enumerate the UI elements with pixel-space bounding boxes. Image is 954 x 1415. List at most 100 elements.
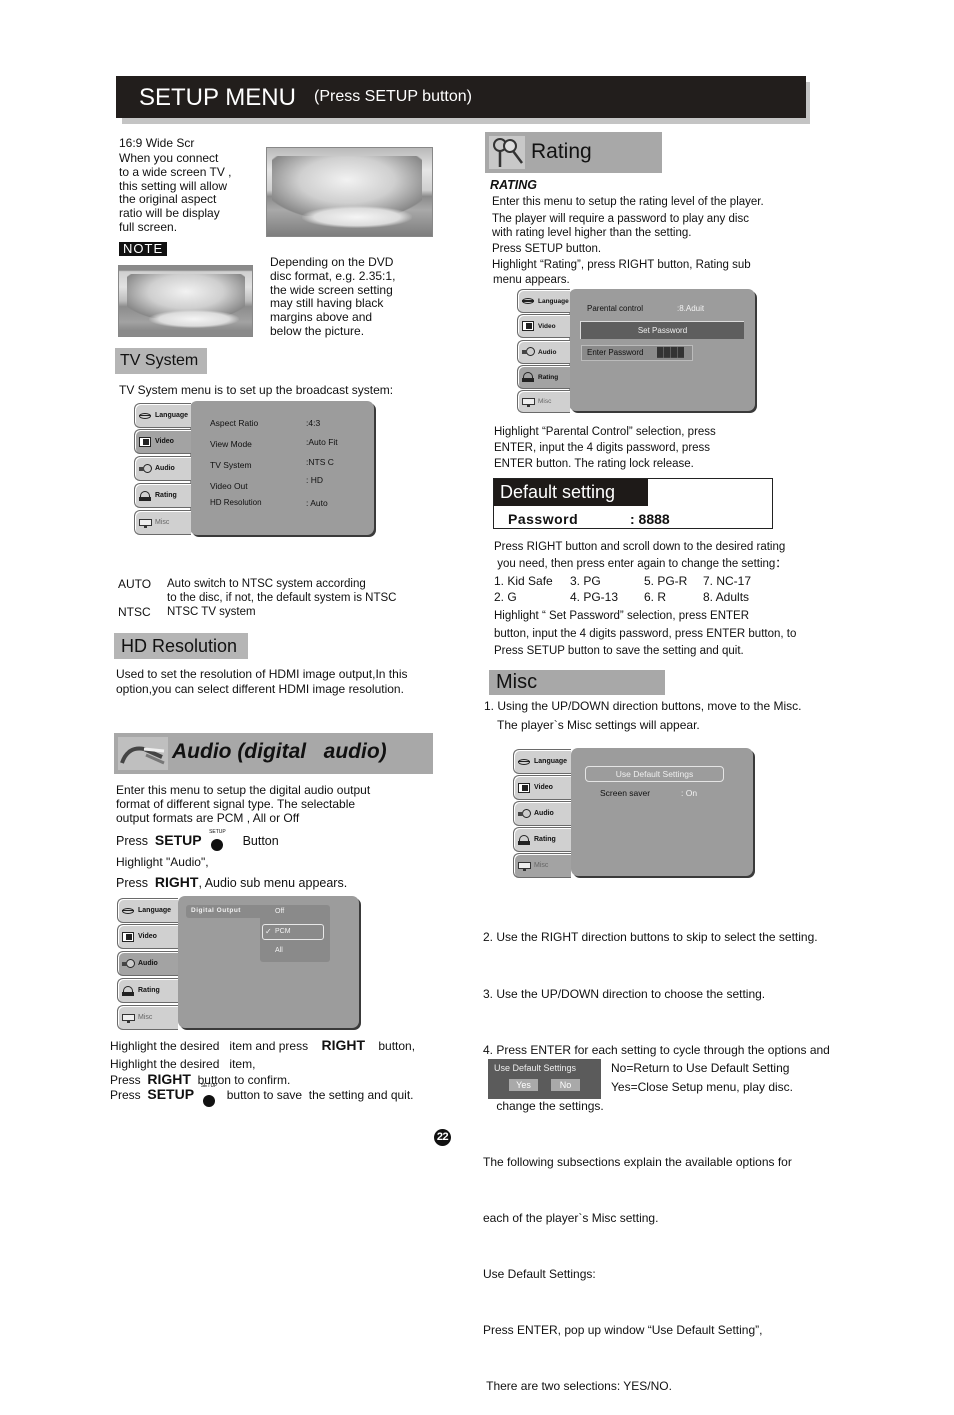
button-dot xyxy=(202,1094,215,1107)
osd-tab-language[interactable]: Language xyxy=(117,898,178,923)
wide-screen-title: 16:9 Wide Scr xyxy=(119,136,195,150)
rating-level: 5. PG-R xyxy=(644,574,688,588)
text: Button xyxy=(242,834,279,848)
osd-tab-rating[interactable]: Rating xyxy=(517,365,570,389)
osd-tab-video[interactable]: Video xyxy=(134,429,191,454)
osd-tab-rating[interactable]: Rating xyxy=(513,827,571,852)
rating-level: 7. NC-17 xyxy=(703,574,752,588)
text: Highlight the desired item and press xyxy=(110,1039,309,1053)
page-header: SETUP MENU (Press SETUP button) xyxy=(116,76,806,118)
setup-keyword: SETUP xyxy=(154,832,202,848)
menu-value-hd-resolution: : Auto xyxy=(306,498,328,508)
text-line: Highlight “ Set Password” selection, pre… xyxy=(494,610,750,622)
text: Press xyxy=(116,876,148,890)
text-line: Highlight “Parental Control” selection, … xyxy=(494,426,716,438)
option-all[interactable]: All xyxy=(275,947,283,954)
audio-after-line-1: Highlight the desired item and press RIG… xyxy=(110,1037,415,1053)
option-key-auto: AUTO xyxy=(118,577,152,591)
enter-password-field[interactable]: Enter Password ████ xyxy=(581,345,693,361)
text: , Audio sub menu appears. xyxy=(198,876,348,890)
tab-label: Language xyxy=(534,758,568,765)
right-keyword: RIGHT xyxy=(321,1037,366,1053)
osd-tab-rating[interactable]: Rating xyxy=(117,978,178,1003)
speaker-icon xyxy=(518,808,531,819)
tab-label: Audio xyxy=(534,810,554,817)
menu-label-video-out[interactable]: Video Out xyxy=(210,481,248,491)
rating-line-1: Enter this menu to setup the rating leve… xyxy=(492,196,764,208)
menu-value-tv-system: :NTS C xyxy=(306,457,334,467)
speaker-icon xyxy=(139,463,152,474)
popup-no-button[interactable]: No xyxy=(551,1079,580,1091)
rating-line-5: Highlight “Rating”, press RIGHT button, … xyxy=(492,259,751,271)
misc-step-1b: The player`s Misc settings will appear. xyxy=(497,718,700,732)
osd-tab-audio[interactable]: Audio xyxy=(517,340,570,364)
tab-label: Rating xyxy=(138,987,160,994)
speaker-icon xyxy=(522,347,535,357)
tab-label: Video xyxy=(155,438,174,445)
text: button to save the setting and quit. xyxy=(226,1088,414,1102)
tab-label: Misc xyxy=(155,519,170,526)
misc-instructions: 2. Use the RIGHT direction buttons to sk… xyxy=(483,891,830,1415)
osd-tab-video[interactable]: Video xyxy=(513,775,571,800)
text-line: the wide screen setting xyxy=(270,282,393,297)
text-line: ratio will be display xyxy=(119,206,220,221)
osd-tab-rating[interactable]: Rating xyxy=(134,483,191,508)
check-icon: ✓ xyxy=(265,927,272,936)
monitor-icon xyxy=(139,518,152,528)
osd-tab-video[interactable]: Video xyxy=(117,924,178,949)
audio-heading-bar: Audio (digital audio) xyxy=(114,733,433,774)
use-default-settings-button[interactable]: Use Default Settings xyxy=(585,766,724,782)
audio-description: Enter this menu to setup the digital aud… xyxy=(116,783,370,825)
popup-notes: No=Return to Use Default Setting Yes=Clo… xyxy=(611,1059,793,1097)
text-line: the original aspect xyxy=(119,192,217,207)
option-desc-ntsc: NTSC TV system xyxy=(167,606,256,618)
text-line: ENTER button. The rating lock release. xyxy=(494,458,694,470)
osd-tab-video[interactable]: Video xyxy=(517,314,570,338)
set-password-button[interactable]: Set Password xyxy=(580,321,744,339)
monitor-icon xyxy=(122,1013,135,1023)
menu-label-hd-resolution[interactable]: HD Resolution xyxy=(210,498,262,507)
default-setting-box: Default setting Password : 8888 xyxy=(493,478,773,529)
text: Press xyxy=(116,834,148,848)
option-pcm-selected[interactable]: ✓ PCM xyxy=(262,924,324,940)
option-key-ntsc: NTSC xyxy=(118,605,151,619)
osd-tab-audio[interactable]: Audio xyxy=(513,801,571,826)
osd-tab-audio[interactable]: Audio xyxy=(117,951,178,976)
osd-tab-misc[interactable]: Misc xyxy=(117,1005,178,1030)
rating-line-4: Press SETUP button. xyxy=(492,243,602,255)
osd-tab-language[interactable]: Language xyxy=(517,289,570,313)
popup-yes-button[interactable]: Yes xyxy=(509,1079,538,1091)
osd-tab-language[interactable]: Language xyxy=(513,749,571,774)
tab-label: Language xyxy=(138,907,172,914)
tab-label: Language xyxy=(155,412,189,419)
menu-label-tv-system[interactable]: TV System xyxy=(210,460,252,470)
osd-tab-language[interactable]: Language xyxy=(134,403,191,428)
option-off[interactable]: Off xyxy=(275,908,284,915)
audio-cable-icon xyxy=(118,737,168,770)
osd-tab-misc[interactable]: Misc xyxy=(513,853,571,878)
tab-label: Video xyxy=(538,322,556,330)
osd-tab-misc[interactable]: Misc xyxy=(134,510,191,535)
press-right-instruction: Press RIGHT, Audio sub menu appears. xyxy=(116,874,347,890)
osd-tab-audio[interactable]: Audio xyxy=(134,456,191,481)
screen-saver-value: : On xyxy=(681,788,698,798)
option-pcm-label: PCM xyxy=(275,928,291,935)
rating-line-3: with rating level higher than the settin… xyxy=(492,227,692,239)
note-text: Depending on the DVD disc format, e.g. 2… xyxy=(270,255,395,339)
tab-label: Language xyxy=(538,297,569,305)
default-setting-title: Default setting xyxy=(494,479,648,506)
rating-level: 6. R xyxy=(644,590,667,604)
osd-tab-misc[interactable]: Misc xyxy=(517,390,570,413)
rating-level: 8. Adults xyxy=(703,590,750,604)
keys-icon xyxy=(489,136,525,169)
menu-value-aspect-ratio: :4:3 xyxy=(306,418,321,428)
tv-system-osd-menu: Language Video Audio Rating Misc Aspect … xyxy=(134,401,376,537)
screen-saver-label[interactable]: Screen saver xyxy=(600,788,650,798)
text-line: margins above and xyxy=(270,310,373,325)
globe-icon xyxy=(522,296,535,306)
menu-label-aspect-ratio[interactable]: Aspect Ratio xyxy=(210,418,258,428)
menu-label-view-mode[interactable]: View Mode xyxy=(210,439,252,449)
monitor-icon xyxy=(518,861,531,871)
misc-osd-menu: Language Video Audio Rating Misc Use Def… xyxy=(513,748,755,880)
parental-control-label[interactable]: Parental control xyxy=(587,304,643,313)
